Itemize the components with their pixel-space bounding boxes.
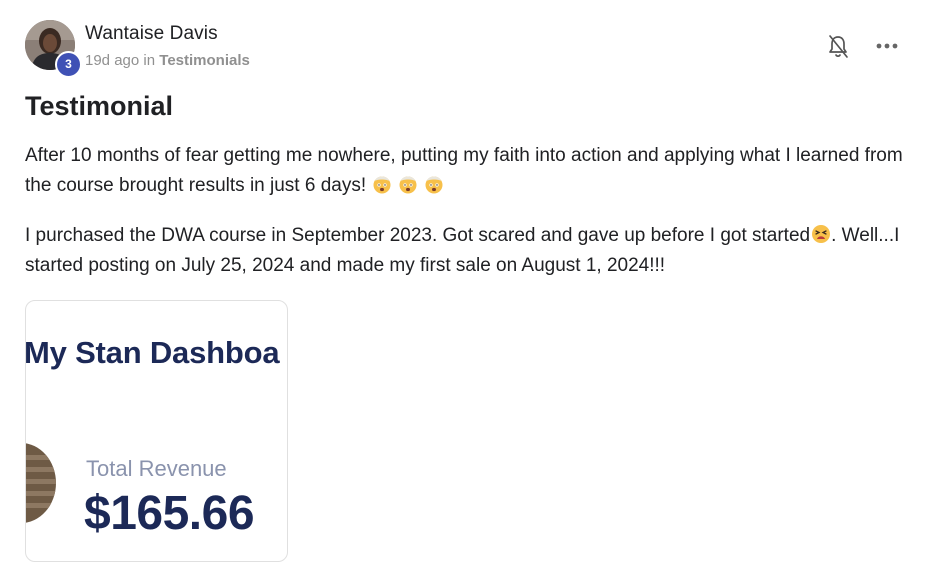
meta-in-word: in	[143, 52, 156, 69]
post-paragraph-1: After 10 months of fear getting me nowhe…	[25, 141, 920, 201]
bell-off-icon[interactable]	[826, 34, 850, 60]
more-options-icon[interactable]	[874, 34, 900, 58]
category-link[interactable]: Testimonials	[159, 52, 250, 69]
tired-face-emoji	[812, 225, 831, 243]
post-paragraph-2: I purchased the DWA course in September …	[25, 221, 920, 281]
total-revenue-label: Total Revenue	[86, 456, 227, 481]
exploding-head-emoji	[399, 176, 417, 194]
level-badge: 3	[55, 51, 82, 78]
exploding-head-emoji	[425, 176, 443, 194]
post-meta: 19d ago in Testimonials	[85, 52, 250, 69]
post-time: 19d ago	[85, 52, 140, 69]
author-avatar[interactable]: 3	[25, 20, 82, 78]
dashboard-heading: My Stan Dashboa	[25, 335, 280, 370]
paragraph-2-text-a: I purchased the DWA course in September …	[25, 225, 811, 246]
image-attachment[interactable]: My Stan Dashboa Total Revenue $165.66	[25, 300, 288, 562]
dashboard-profile-photo	[26, 443, 56, 523]
exploding-head-emoji	[373, 176, 391, 194]
post-card: 3 Wantaise Davis 19d ago in Testimonials…	[0, 0, 932, 571]
post-title: Testimonial	[25, 91, 174, 121]
total-revenue-value: $165.66	[84, 487, 255, 540]
author-name[interactable]: Wantaise Davis	[85, 23, 218, 45]
paragraph-1-text: After 10 months of fear getting me nowhe…	[25, 145, 903, 196]
